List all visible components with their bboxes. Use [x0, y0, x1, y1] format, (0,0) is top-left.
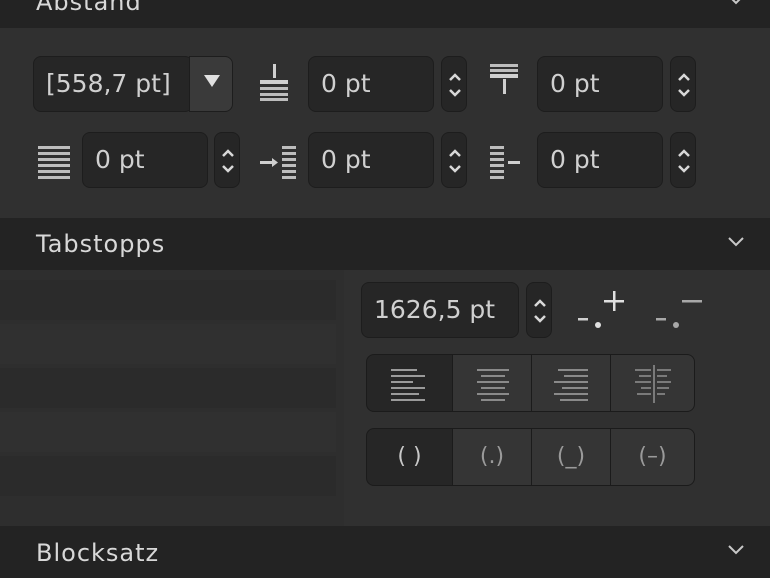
indent-left-field[interactable]: 0 pt — [308, 132, 434, 188]
section-title-tabstopps: Tabstopps — [36, 230, 166, 258]
indent-right-icon — [490, 146, 520, 179]
stepper-arrows-icon — [678, 73, 690, 97]
space-after-field[interactable]: 0 pt — [537, 56, 663, 112]
indent-right-field[interactable]: 0 pt — [537, 132, 663, 188]
baseline-grid-value: 0 pt — [95, 145, 145, 174]
align-decimal-button[interactable] — [610, 354, 695, 412]
line-spacing-dropdown-button[interactable] — [189, 56, 233, 112]
align-decimal-icon — [635, 365, 671, 403]
list-row[interactable] — [0, 280, 336, 320]
align-center-icon — [477, 369, 509, 401]
line-spacing-field[interactable]: [558,7 pt] — [33, 56, 193, 112]
tab-position-stepper[interactable] — [526, 282, 552, 338]
tab-position-field[interactable]: 1626,5 pt — [361, 282, 519, 338]
decimal-none-button[interactable]: ( ) — [366, 428, 453, 486]
section-title-abstand: Abstand — [36, 0, 142, 16]
section-title-blocksatz: Blocksatz — [36, 539, 160, 567]
decimal-underscore-button[interactable]: (_) — [531, 428, 611, 486]
decimal-none-label: ( ) — [397, 444, 422, 469]
indent-left-stepper[interactable] — [441, 132, 467, 188]
indent-left-value: 0 pt — [321, 145, 371, 174]
decimal-period-button[interactable]: (.) — [452, 428, 532, 486]
section-header-tabstopps[interactable]: Tabstopps — [0, 218, 770, 270]
align-right-button[interactable] — [531, 354, 611, 412]
decimal-underscore-label: (_) — [556, 444, 586, 469]
baseline-grid-icon — [38, 146, 70, 179]
stepper-arrows-icon — [449, 149, 461, 173]
stepper-arrows-icon — [449, 73, 461, 97]
space-before-value: 0 pt — [321, 69, 371, 98]
list-row[interactable] — [0, 412, 336, 452]
list-row[interactable] — [0, 456, 336, 496]
triangle-down-icon — [204, 75, 220, 87]
list-row[interactable] — [0, 324, 336, 364]
tab-position-value: 1626,5 pt — [374, 295, 496, 324]
space-after-icon — [490, 64, 518, 94]
decimal-dash-button[interactable]: (–) — [610, 428, 695, 486]
remove-tab-icon[interactable] — [652, 288, 704, 332]
space-before-stepper[interactable] — [441, 56, 467, 112]
list-row[interactable] — [0, 368, 336, 408]
stepper-arrows-icon — [678, 149, 690, 173]
baseline-grid-field[interactable]: 0 pt — [82, 132, 208, 188]
add-tab-icon[interactable] — [574, 288, 626, 332]
decimal-dash-label: (–) — [638, 444, 667, 469]
section-header-abstand[interactable]: Abstand — [0, 0, 770, 28]
chevron-down-icon — [728, 545, 744, 555]
space-before-icon — [260, 64, 288, 101]
tab-stops-list[interactable] — [0, 270, 344, 526]
align-left-button[interactable] — [366, 354, 453, 412]
align-right-icon — [554, 369, 588, 401]
align-center-button[interactable] — [452, 354, 532, 412]
indent-right-value: 0 pt — [550, 145, 600, 174]
stepper-arrows-icon — [534, 299, 546, 323]
space-before-field[interactable]: 0 pt — [308, 56, 434, 112]
space-after-stepper[interactable] — [670, 56, 696, 112]
stepper-arrows-icon — [222, 149, 234, 173]
baseline-grid-stepper[interactable] — [214, 132, 240, 188]
indent-right-stepper[interactable] — [670, 132, 696, 188]
indent-left-icon — [260, 146, 296, 179]
decimal-period-label: (.) — [479, 444, 505, 469]
line-spacing-value: [558,7 pt] — [46, 69, 171, 98]
chevron-down-icon — [728, 237, 744, 247]
section-header-blocksatz[interactable]: Blocksatz — [0, 526, 770, 578]
space-after-value: 0 pt — [550, 69, 600, 98]
chevron-down-icon — [731, 0, 741, 5]
align-left-icon — [391, 369, 425, 401]
